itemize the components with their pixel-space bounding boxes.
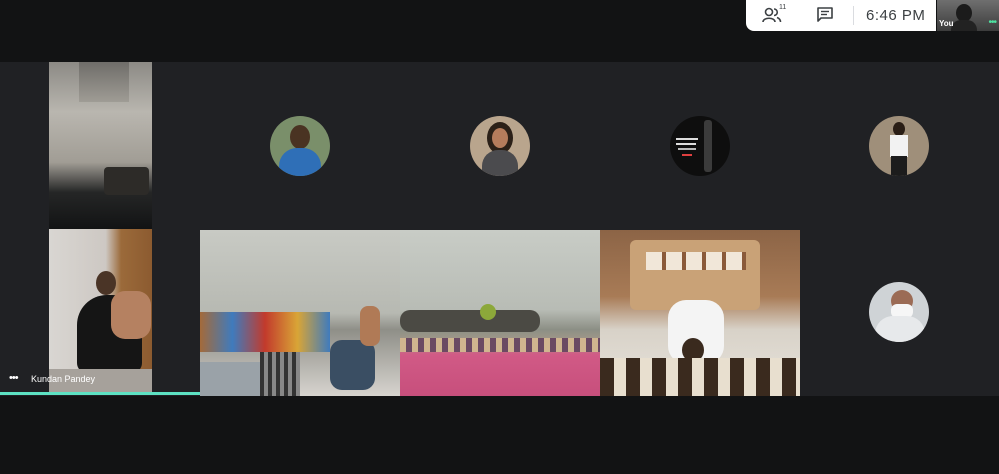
ceiling-light bbox=[79, 62, 129, 102]
floor-rug bbox=[260, 352, 300, 396]
avatar-body bbox=[875, 316, 925, 342]
video-tile-3[interactable] bbox=[400, 230, 600, 396]
avatar-text-1 bbox=[676, 138, 698, 140]
avatar-bottle bbox=[704, 120, 712, 172]
participant-count: 11 bbox=[779, 4, 787, 11]
person-legs bbox=[360, 306, 380, 346]
avatar-head bbox=[893, 122, 905, 136]
avatar-shirt bbox=[279, 148, 321, 176]
participants-button[interactable]: 11 bbox=[762, 4, 788, 26]
participant-avatar-2[interactable] bbox=[470, 116, 530, 176]
video-tile-4[interactable] bbox=[600, 230, 800, 396]
avatar-head bbox=[290, 125, 310, 149]
person-lying bbox=[400, 310, 540, 332]
chat-icon bbox=[817, 7, 833, 22]
participant-avatar-1[interactable] bbox=[270, 116, 330, 176]
meeting-controls-panel: 11 6:46 PM bbox=[746, 0, 936, 31]
participant-avatar-4[interactable] bbox=[869, 116, 929, 176]
avatar-shirt bbox=[890, 135, 908, 157]
avatar-text-2 bbox=[676, 143, 696, 145]
active-speaker-indicator bbox=[0, 392, 200, 395]
speaking-dots-icon: ••• bbox=[9, 372, 19, 384]
chat-button[interactable] bbox=[816, 6, 838, 26]
divider bbox=[853, 6, 854, 25]
person-head bbox=[96, 271, 116, 295]
mat-edge bbox=[400, 338, 600, 352]
sofa-pattern bbox=[646, 252, 746, 270]
person-feet bbox=[111, 291, 151, 339]
participant-avatar-3[interactable] bbox=[670, 116, 730, 176]
video-tile-room[interactable] bbox=[49, 62, 152, 229]
rug bbox=[600, 358, 800, 396]
desk-object bbox=[104, 167, 149, 195]
self-view-body bbox=[951, 20, 977, 31]
bottom-bar bbox=[0, 396, 999, 474]
toy-shelf bbox=[200, 312, 330, 352]
self-view-label: You bbox=[939, 19, 954, 28]
avatar-face bbox=[492, 128, 508, 148]
participant-avatar-5[interactable] bbox=[869, 282, 929, 342]
avatar-text-accent bbox=[682, 154, 692, 156]
video-tile-2[interactable] bbox=[200, 230, 400, 396]
plant bbox=[480, 304, 496, 320]
person-body bbox=[330, 340, 375, 390]
avatar-body bbox=[482, 150, 518, 176]
avatar-text-3 bbox=[678, 148, 696, 150]
floor-left bbox=[200, 362, 260, 396]
clock-time: 6:46 PM bbox=[866, 7, 926, 24]
video-tile-pinned-speaker[interactable] bbox=[49, 229, 152, 395]
pinned-participant-name: Kundan Pandey bbox=[31, 374, 96, 384]
self-view-tile[interactable]: You ••• bbox=[937, 0, 999, 31]
more-options-icon[interactable]: ••• bbox=[988, 17, 996, 28]
avatar-trousers bbox=[891, 156, 907, 176]
